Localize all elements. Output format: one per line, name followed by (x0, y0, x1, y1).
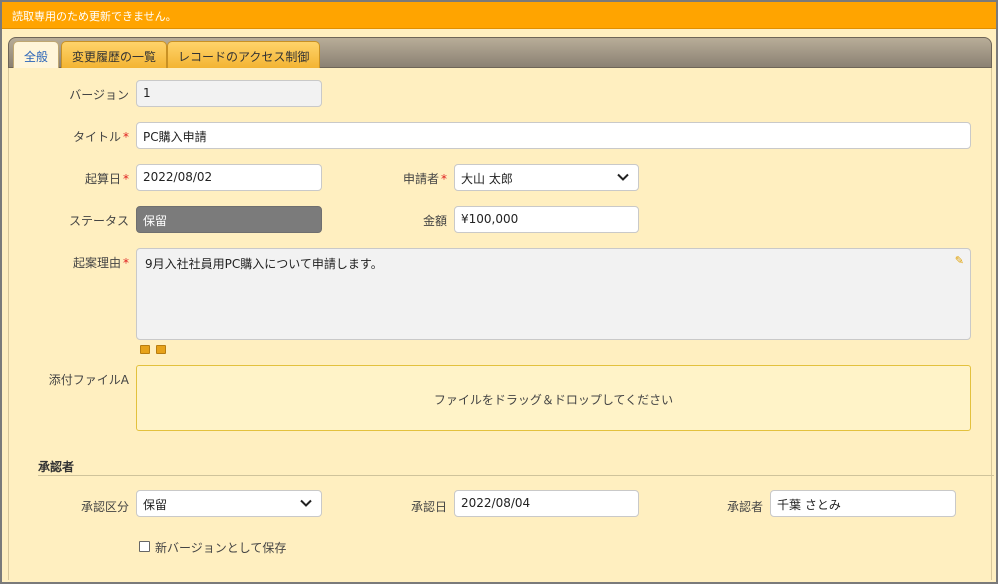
chevron-down-icon (300, 499, 312, 507)
attachment-label: 添付ファイルA (48, 373, 129, 387)
version-field: 1 (136, 80, 322, 107)
title-input[interactable]: PC購入申請 (136, 122, 971, 149)
table-icon[interactable] (156, 345, 166, 354)
amount-label: 金額 (422, 214, 447, 228)
image-icon[interactable] (140, 345, 150, 354)
tab-general[interactable]: 全般 (13, 41, 60, 68)
pencil-icon[interactable]: ✎ (955, 254, 964, 267)
approval-date-label: 承認日 (410, 500, 447, 514)
approver-label: 承認者 (726, 500, 763, 514)
approver-section-title: 承認者 (38, 458, 994, 476)
version-label: バージョン (69, 88, 129, 102)
save-new-version-label[interactable]: 新バージョンとして保存 (155, 539, 286, 556)
approval-category-value: 保留 (143, 498, 168, 512)
amount-input[interactable]: ¥100,000 (454, 206, 639, 233)
form-panel: バージョン 1 タイトル * PC購入申請 起算日 * 2022/08/02 申請者… (8, 68, 994, 580)
draft-date-input[interactable]: 2022/08/02 (136, 164, 322, 191)
applicant-select[interactable]: 大山 太郎 (454, 164, 639, 191)
readonly-notice: 読取専用のため更新できません。 (2, 2, 996, 29)
draft-date-label: 起算日 * (84, 172, 129, 186)
status-label: ステータス (68, 214, 129, 228)
attachment-dropzone[interactable]: ファイルをドラッグ＆ドロップしてください (136, 365, 971, 431)
tab-change-history[interactable]: 変更履歴の一覧 (61, 41, 168, 68)
dropzone-text: ファイルをドラッグ＆ドロップしてください (433, 393, 674, 407)
reason-text: 9月入社社員用PC購入について申請します。 (145, 257, 383, 271)
applicant-label: 申請者 * (402, 172, 447, 186)
tab-access-control[interactable]: レコードのアクセス制御 (167, 41, 321, 68)
title-label: タイトル * (72, 130, 129, 144)
save-new-version-checkbox[interactable] (139, 541, 150, 552)
tab-bar: 全般 変更履歴の一覧 レコードのアクセス制御 (8, 37, 992, 68)
reason-label: 起案理由 * (72, 256, 129, 270)
window-frame: 読取専用のため更新できません。 全般 変更履歴の一覧 レコードのアクセス制御 バ… (0, 0, 998, 584)
applicant-value: 大山 太郎 (461, 172, 513, 186)
status-field: 保留 (136, 206, 322, 233)
approval-date-input[interactable]: 2022/08/04 (454, 490, 639, 517)
approval-category-select[interactable]: 保留 (136, 490, 322, 517)
approval-category-label: 承認区分 (80, 500, 129, 514)
chevron-down-icon (617, 173, 629, 181)
approver-input[interactable]: 千葉 さとみ (770, 490, 956, 517)
reason-textarea[interactable]: 9月入社社員用PC購入について申請します。 ✎ (136, 248, 971, 340)
